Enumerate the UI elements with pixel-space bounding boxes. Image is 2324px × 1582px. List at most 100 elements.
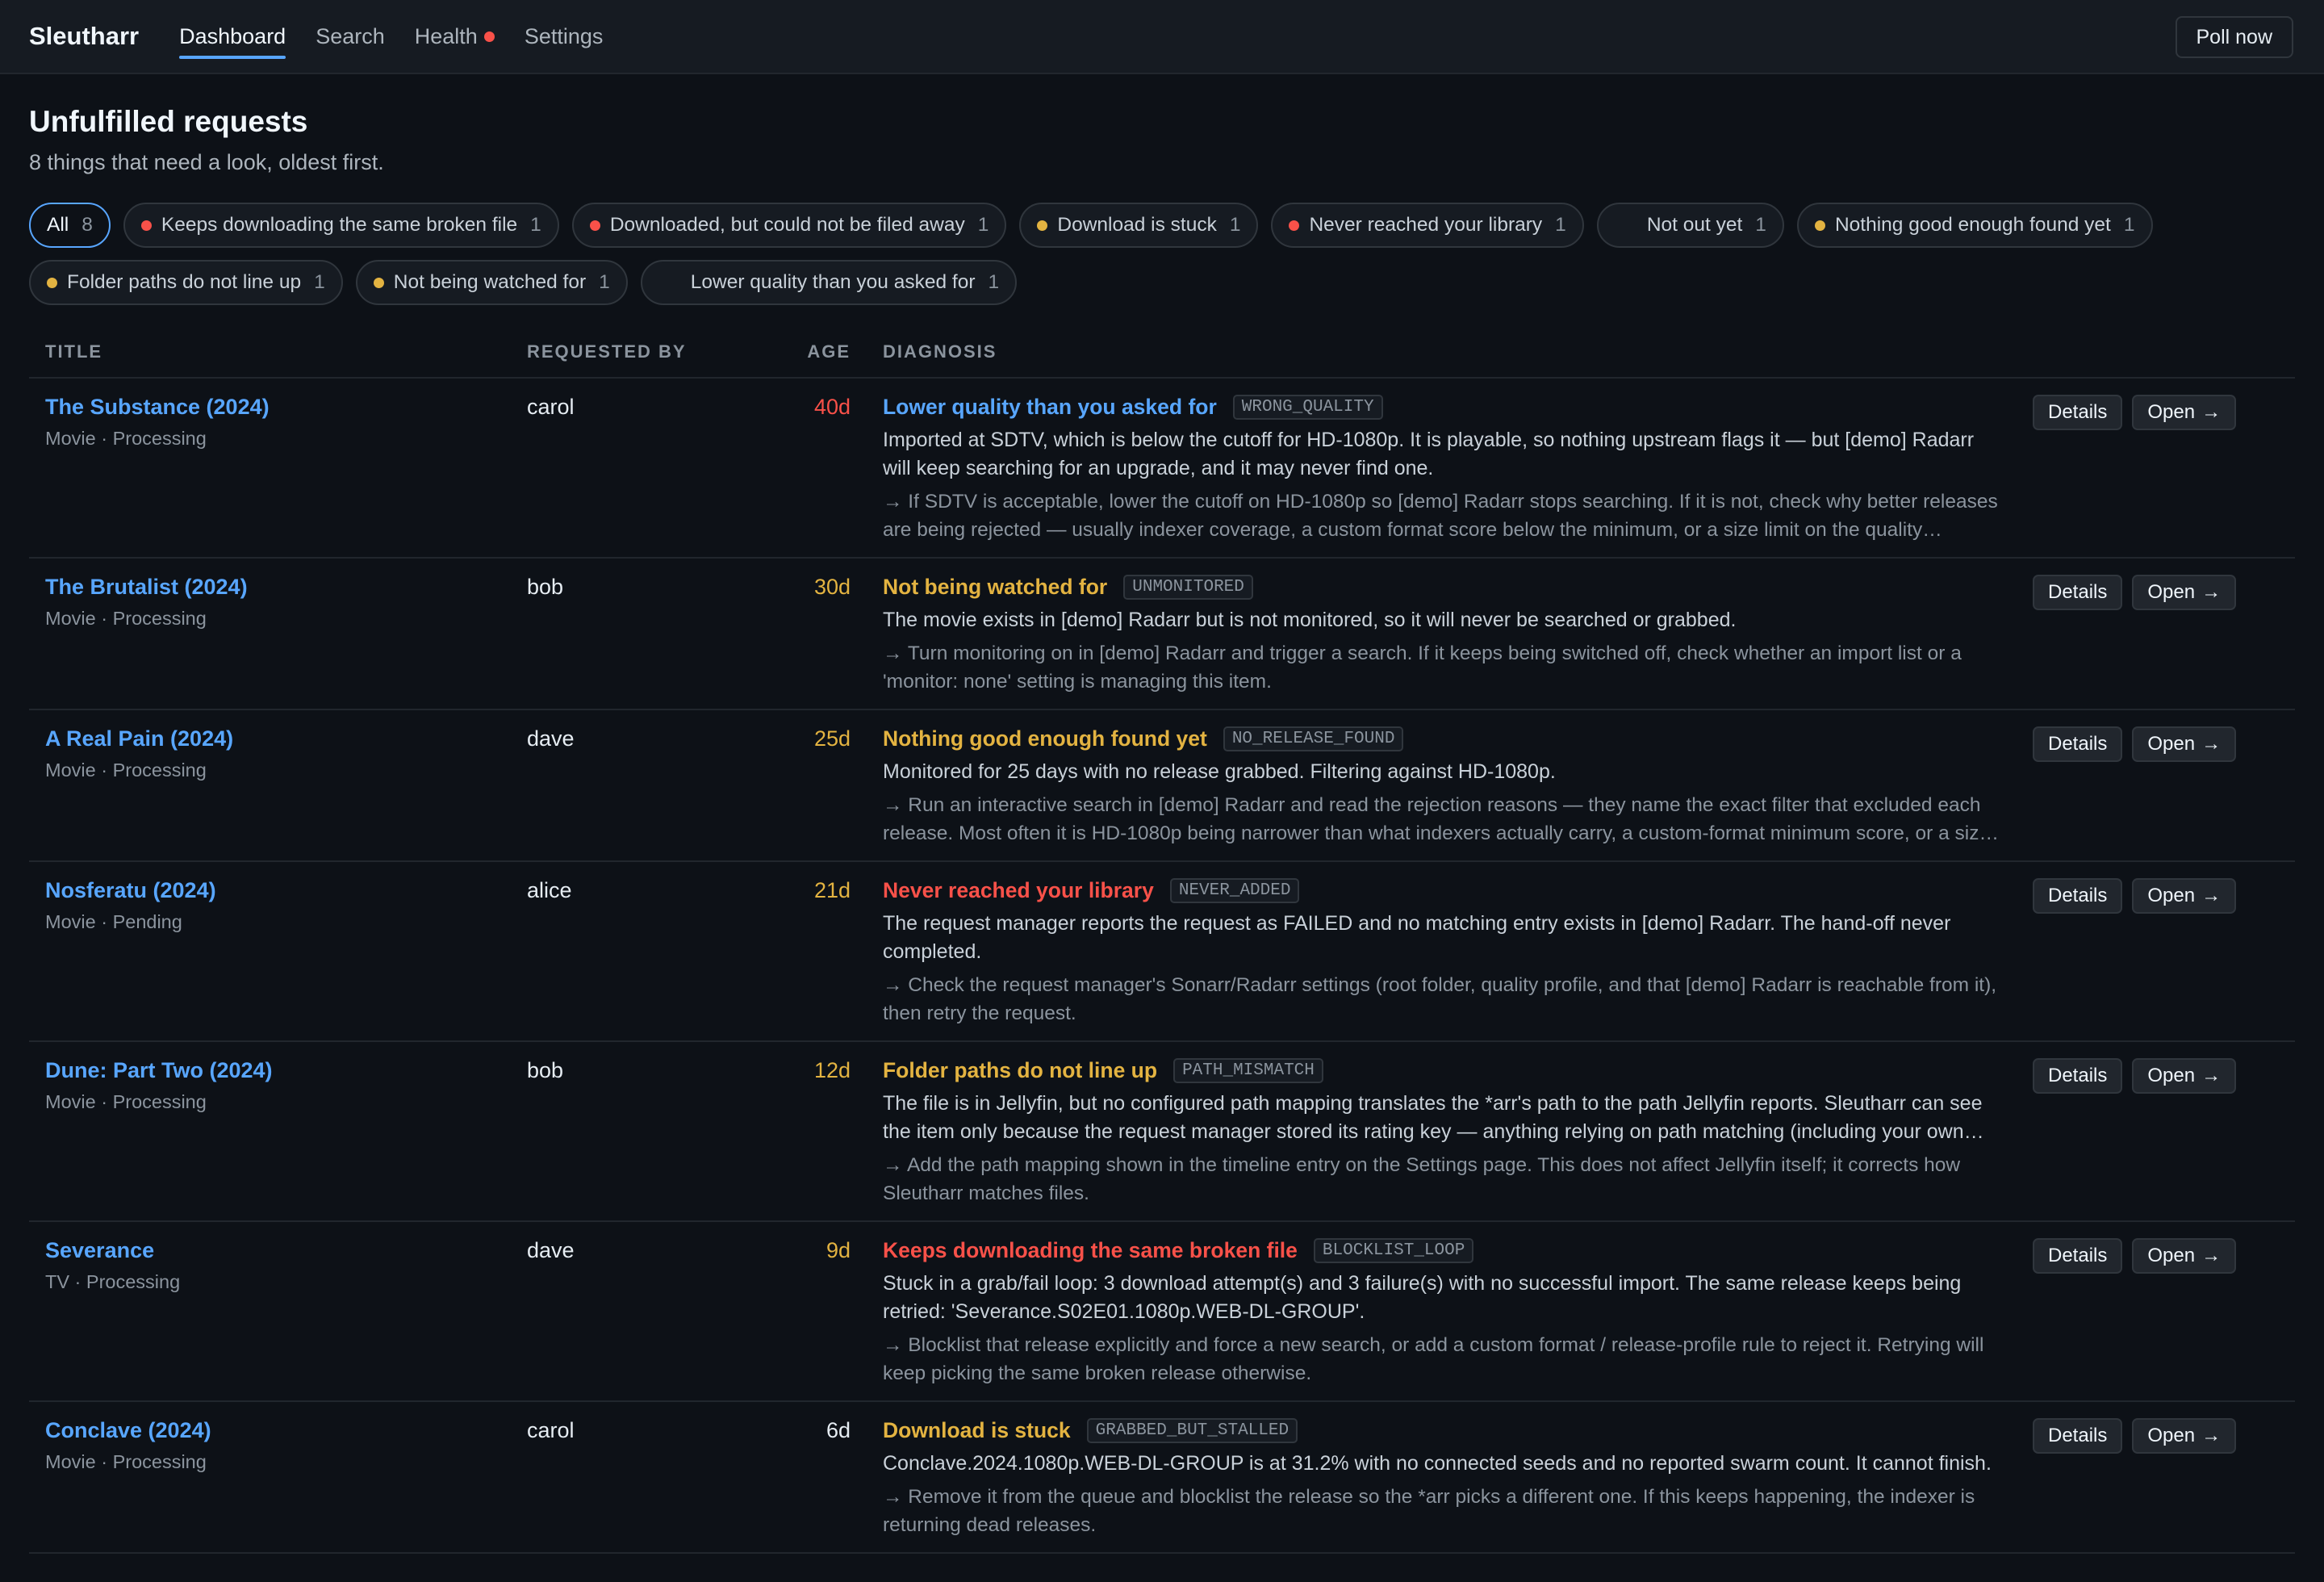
arrow-right-icon: → xyxy=(2201,581,2222,603)
diagnosis-header: Nothing good enough found yet NO_RELEASE_… xyxy=(883,726,2000,751)
age-value: 30d xyxy=(813,575,851,599)
title-cell: Conclave (2024) Movie · Processing xyxy=(29,1401,527,1554)
arrow-right-icon: → xyxy=(2201,1245,2222,1266)
actions-cell: Details Open → xyxy=(2033,1221,2295,1402)
diagnosis-cell: Nothing good enough found yet NO_RELEASE_… xyxy=(851,709,2033,862)
open-button[interactable]: Open → xyxy=(2132,726,2237,762)
diagnosis-cell: Download is stuck GRABBED_BUT_STALLED Conc… xyxy=(851,1401,2033,1554)
filter-chip[interactable]: Keeps downloading the same broken file 1 xyxy=(123,203,559,248)
request-title-link[interactable]: The Substance (2024) xyxy=(45,395,527,420)
details-button[interactable]: Details xyxy=(2033,1418,2123,1454)
request-title-link[interactable]: Severance xyxy=(45,1238,527,1263)
request-title-link[interactable]: A Real Pain (2024) xyxy=(45,726,527,751)
diagnosis-title: Nothing good enough found yet xyxy=(883,726,1207,751)
request-title-link[interactable]: Dune: Part Two (2024) xyxy=(45,1058,527,1083)
table-row: A Real Pain (2024) Movie · Processing dave… xyxy=(29,709,2295,862)
age-cell: 30d xyxy=(780,558,851,710)
diagnosis-code-badge: GRABBED_BUT_STALLED xyxy=(1086,1418,1298,1443)
top-bar: Sleutharr Dashboard Search Health Settin… xyxy=(0,0,2324,74)
header-diagnosis: DIAGNOSIS xyxy=(851,341,2033,379)
details-button[interactable]: Details xyxy=(2033,1238,2123,1274)
title-cell: A Real Pain (2024) Movie · Processing xyxy=(29,709,527,862)
requester-name: carol xyxy=(527,395,575,419)
details-button[interactable]: Details xyxy=(2033,395,2123,430)
status-dot-icon xyxy=(1814,220,1825,231)
age-value: 25d xyxy=(813,726,851,751)
status-dot-icon xyxy=(47,277,57,288)
filter-chip[interactable]: Not being watched for 1 xyxy=(355,260,628,305)
arrow-right-icon: → xyxy=(2201,401,2222,423)
details-button-label: Details xyxy=(2048,401,2108,423)
poll-now-button[interactable]: Poll now xyxy=(2175,16,2293,58)
age-cell: 21d xyxy=(780,861,851,1042)
diagnosis-header: Keeps downloading the same broken file BL… xyxy=(883,1238,2000,1263)
filter-chip[interactable]: Never reached your library 1 xyxy=(1271,203,1584,248)
details-button[interactable]: Details xyxy=(2033,878,2123,914)
open-button[interactable]: Open → xyxy=(2132,878,2237,914)
open-button[interactable]: Open → xyxy=(2132,1418,2237,1454)
header-age[interactable]: AGE xyxy=(780,341,851,379)
filter-chip-all[interactable]: All 8 xyxy=(29,203,111,248)
header-title[interactable]: TITLE xyxy=(29,341,527,379)
filter-chip-label: Lower quality than you asked for xyxy=(690,271,976,293)
filter-chip[interactable]: Downloaded, but could not be filed away 1 xyxy=(571,203,1007,248)
actions-cell: Details Open → xyxy=(2033,1401,2295,1554)
nav-settings[interactable]: Settings xyxy=(525,19,604,54)
open-button[interactable]: Open → xyxy=(2132,1058,2237,1094)
filter-chip[interactable]: Download is stuck 1 xyxy=(1019,203,1259,248)
diagnosis-code-badge: BLOCKLIST_LOOP xyxy=(1313,1238,1474,1263)
details-button[interactable]: Details xyxy=(2033,726,2123,762)
details-button-label: Details xyxy=(2048,885,2108,906)
title-cell: Dune: Part Two (2024) Movie · Processing xyxy=(29,1041,527,1222)
filter-chip[interactable]: Folder paths do not line up 1 xyxy=(29,260,343,305)
title-cell: The Substance (2024) Movie · Processing xyxy=(29,378,527,559)
diagnosis-hint: → Check the request manager's Sonarr/Rad… xyxy=(883,974,1997,1024)
filter-chip-count: 1 xyxy=(2123,214,2135,236)
nav-search[interactable]: Search xyxy=(316,19,385,54)
age-cell: 9d xyxy=(780,1221,851,1402)
table-row: Severance TV · Processing dave 9d Keeps down… xyxy=(29,1221,2295,1402)
details-button[interactable]: Details xyxy=(2033,1058,2123,1094)
filter-chip-label: Keeps downloading the same broken file xyxy=(161,214,518,236)
requester-name: alice xyxy=(527,878,572,902)
open-button-label: Open xyxy=(2147,1065,2196,1086)
status-dot-icon xyxy=(373,277,384,288)
diagnosis-hint: → Blocklist that release explicitly and … xyxy=(883,1334,1984,1384)
nav-health[interactable]: Health xyxy=(415,19,495,54)
request-title-link[interactable]: Nosferatu (2024) xyxy=(45,878,527,903)
requester-name: bob xyxy=(527,575,564,599)
requester-cell: bob xyxy=(527,1041,780,1222)
filter-chip[interactable]: Lower quality than you asked for 1 xyxy=(640,260,1018,305)
requester-cell: alice xyxy=(527,861,780,1042)
open-button-label: Open xyxy=(2147,1245,2196,1266)
open-button-label: Open xyxy=(2147,733,2196,755)
request-title-link[interactable]: Conclave (2024) xyxy=(45,1418,527,1443)
request-title-link[interactable]: The Brutalist (2024) xyxy=(45,575,527,600)
details-button-label: Details xyxy=(2048,1245,2108,1266)
table-row: Conclave (2024) Movie · Processing carol 6d… xyxy=(29,1401,2295,1554)
requester-cell: carol xyxy=(527,1401,780,1554)
diagnosis-title: Download is stuck xyxy=(883,1418,1071,1442)
diagnosis-cell: Not being watched for UNMONITORED The movi… xyxy=(851,558,2033,710)
filter-chip-label: Nothing good enough found yet xyxy=(1834,214,2111,236)
filter-chip[interactable]: Nothing good enough found yet 1 xyxy=(1796,203,2153,248)
app-logo[interactable]: Sleutharr xyxy=(29,22,139,51)
diagnosis-header: Never reached your library NEVER_ADDED xyxy=(883,878,2000,903)
nav-dashboard[interactable]: Dashboard xyxy=(179,19,286,59)
details-button-label: Details xyxy=(2048,733,2108,755)
diagnosis-hint: → Remove it from the queue and blocklist… xyxy=(883,1486,1975,1536)
health-alert-dot-icon xyxy=(483,31,495,42)
table-row: The Substance (2024) Movie · Processing ca… xyxy=(29,378,2295,559)
diagnosis-hint: → Add the path mapping shown in the time… xyxy=(883,1154,1961,1204)
details-button[interactable]: Details xyxy=(2033,575,2123,610)
arrow-right-icon: → xyxy=(2201,1425,2222,1446)
arrow-right-icon: → xyxy=(2201,885,2222,906)
diagnosis-hint: → If SDTV is acceptable, lower the cutof… xyxy=(883,491,1998,541)
diagnosis-description: The request manager reports the request … xyxy=(883,912,1951,963)
open-button[interactable]: Open → xyxy=(2132,395,2237,430)
open-button[interactable]: Open → xyxy=(2132,1238,2237,1274)
diagnosis-cell: Lower quality than you asked for WRONG_QU… xyxy=(851,378,2033,559)
open-button[interactable]: Open → xyxy=(2132,575,2237,610)
filter-chip[interactable]: Not out yet 1 xyxy=(1596,203,1784,248)
header-requested-by[interactable]: REQUESTED BY xyxy=(527,341,780,379)
